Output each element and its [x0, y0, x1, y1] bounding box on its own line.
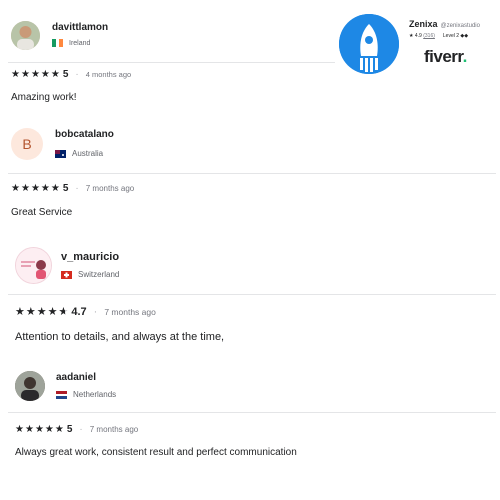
rocket-icon	[339, 14, 399, 74]
star-icon: ★	[44, 423, 54, 435]
review-rating: ★ ★ ★ ★ ★ 5 · 7 months ago	[11, 183, 134, 194]
star-icon: ★	[40, 68, 50, 80]
seller-level: Level 2 ◆◆	[442, 33, 469, 39]
avatar[interactable]	[15, 247, 52, 284]
star-icon: ★	[34, 423, 44, 435]
fiverr-logo: fiverr.	[424, 47, 467, 66]
review-date: 7 months ago	[89, 425, 139, 434]
seller-handle: @zenixastudio	[440, 23, 480, 29]
separator: ·	[75, 69, 79, 80]
seller-rating: ★ 4.9 (316)	[409, 33, 435, 39]
star-icon: ★ ★	[58, 305, 69, 318]
reviewer-username[interactable]: aadaniel	[56, 372, 96, 383]
reviewer-username[interactable]: bobcatalano	[55, 129, 114, 140]
australia-flag-icon	[55, 149, 66, 158]
separator: ·	[79, 424, 83, 435]
seller-name[interactable]: Zenixa @zenixastudio	[409, 19, 480, 29]
rating-score: 5	[66, 424, 73, 435]
review-comment: Always great work, consistent result and…	[15, 447, 297, 458]
netherlands-flag-icon	[56, 390, 67, 399]
review-date: 7 months ago	[85, 184, 135, 193]
divider	[8, 412, 496, 413]
star-icon: ★	[15, 305, 25, 318]
star-icon: ★	[15, 423, 24, 435]
star-icon: ★	[25, 305, 36, 318]
user-photo-icon	[15, 371, 45, 401]
star-rating: ★ ★ ★ ★ ★ ★	[15, 305, 69, 318]
reviewer-country: Netherlands	[56, 390, 116, 399]
star-icon: ★	[36, 305, 47, 318]
star-rating: ★ ★ ★ ★ ★	[11, 68, 60, 80]
user-photo-icon	[16, 248, 51, 283]
review-rating: ★ ★ ★ ★ ★ 5 · 7 months ago	[15, 424, 138, 435]
star-icon: ★	[50, 68, 60, 80]
avatar-letter: B	[22, 136, 32, 152]
star-icon: ★	[24, 423, 34, 435]
star-icon: ★	[20, 182, 30, 194]
separator: ·	[93, 306, 98, 318]
star-icon: ★	[20, 68, 30, 80]
review-date: 7 months ago	[104, 307, 156, 317]
star-icon: ★	[11, 182, 20, 194]
review-comment: Amazing work!	[11, 92, 77, 103]
star-icon: ★	[50, 182, 60, 194]
review-date: 4 months ago	[85, 70, 132, 79]
rating-score: 4.7	[71, 306, 87, 318]
avatar[interactable]	[15, 371, 45, 401]
star-icon: ★	[40, 182, 50, 194]
separator: ·	[75, 183, 79, 194]
user-photo-icon	[11, 21, 40, 50]
review-comment: Great Service	[11, 207, 73, 218]
star-icon: ★	[11, 68, 20, 80]
review-comment: Attention to details, and always at the …	[15, 331, 225, 343]
star-icon: ★	[30, 68, 40, 80]
star-rating: ★ ★ ★ ★ ★	[15, 423, 64, 435]
avatar[interactable]: B	[11, 128, 43, 160]
divider	[8, 173, 496, 174]
reviewer-country: Australia	[55, 149, 103, 158]
review-rating: ★ ★ ★ ★ ★ ★ 4.7 · 7 months ago	[15, 306, 156, 318]
star-icon: ★	[30, 182, 40, 194]
reviewer-username[interactable]: v_mauricio	[61, 251, 119, 263]
switzerland-flag-icon	[61, 270, 72, 279]
reviewer-country: Ireland	[52, 39, 90, 47]
divider	[8, 294, 496, 295]
rating-score: 5	[62, 183, 69, 194]
seller-logo[interactable]	[339, 14, 399, 74]
divider	[8, 62, 335, 63]
reviewer-username[interactable]: davittlamon	[52, 22, 108, 33]
rating-score: 5	[62, 69, 69, 80]
star-icon: ★	[54, 423, 64, 435]
avatar[interactable]	[11, 21, 40, 50]
reviewer-country: Switzerland	[61, 270, 119, 279]
seller-meta: ★ 4.9 (316) Level 2 ◆◆	[409, 33, 468, 39]
review-rating: ★ ★ ★ ★ ★ 5 · 4 months ago	[11, 69, 131, 80]
star-icon: ★	[47, 305, 58, 318]
ireland-flag-icon	[52, 39, 63, 47]
star-rating: ★ ★ ★ ★ ★	[11, 182, 60, 194]
